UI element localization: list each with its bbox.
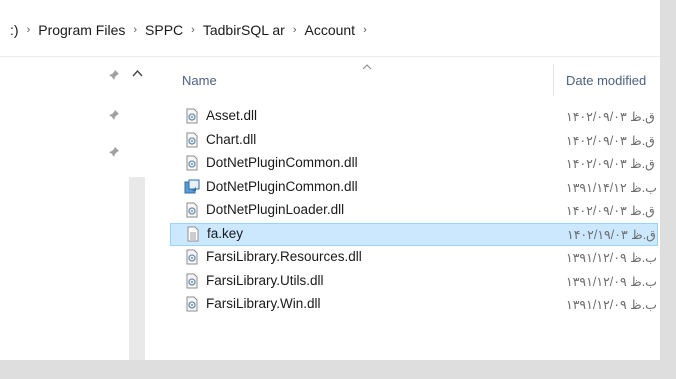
breadcrumb-separator-icon[interactable]: › [25, 24, 33, 36]
column-header-row: Name Date modified [146, 57, 660, 97]
file-row[interactable]: fa.key ق.ظ ۱۴۰۲/۱۹/۰۳ [170, 222, 658, 246]
pin-icon[interactable] [106, 109, 122, 125]
breadcrumb-separator-icon[interactable]: › [361, 24, 369, 36]
file-date-modified: ب.ظ ۱۳۹۱/۱۲/۰۹ [566, 298, 657, 312]
scroll-up-icon[interactable] [130, 67, 144, 81]
file-row[interactable]: Asset.dll ق.ظ ۱۴۰۲/۰۹/۰۳ [146, 105, 660, 128]
file-list: Name Date modified Asset.dll ق.ظ ۱۴۰۲/۰۹/… [146, 57, 660, 360]
breadcrumb-separator-icon[interactable]: › [291, 24, 299, 36]
breadcrumb: :) › Program Files › SPPC › TadbirSQL ar… [4, 22, 369, 38]
file-name: FarsiLibrary.Resources.dll [206, 249, 362, 264]
nav-scrollbar[interactable] [129, 177, 145, 360]
file-row[interactable]: DotNetPluginCommon.dll ق.ظ ۱۴۰۲/۰۹/۰۳ [146, 152, 660, 175]
file-date-modified: ق.ظ ۱۴۰۲/۰۹/۰۳ [566, 110, 655, 124]
dll-icon [184, 202, 200, 218]
address-bar[interactable]: :) › Program Files › SPPC › TadbirSQL ar… [0, 0, 660, 57]
file-rows: Asset.dll ق.ظ ۱۴۰۲/۰۹/۰۳ Chart.dll ق.ظ ۱۴۰۲… [146, 105, 660, 317]
file-name: fa.key [207, 225, 244, 241]
navigation-pane [0, 57, 145, 360]
file-name: FarsiLibrary.Utils.dll [206, 272, 324, 288]
dll-icon [184, 249, 200, 265]
column-header-name[interactable]: Name [182, 73, 217, 88]
dll-icon [184, 155, 200, 171]
setup-icon [184, 179, 200, 195]
file-date-modified: ق.ظ ۱۴۰۲/۱۹/۰۳ [567, 227, 656, 242]
sort-ascending-icon [362, 61, 372, 73]
breadcrumb-separator-icon[interactable]: › [131, 24, 139, 36]
file-date-modified: ب.ظ ۱۳۹۱/۱۲/۰۹ [566, 251, 657, 265]
column-header-date-modified[interactable]: Date modified [566, 73, 646, 88]
file-name: DotNetPluginLoader.dll [206, 202, 345, 217]
pin-icon[interactable] [106, 69, 122, 85]
file-date-modified: ب.ظ ۱۳۹۱/۱۲/۰۹ [566, 274, 657, 289]
file-name: Asset.dll [206, 108, 258, 123]
breadcrumb-tadbirsql-ar[interactable]: TadbirSQL ar [197, 22, 291, 38]
breadcrumb-drive[interactable]: :) [4, 22, 25, 38]
column-divider[interactable] [553, 65, 554, 95]
file-date-modified: ق.ظ ۱۴۰۲/۰۹/۰۳ [566, 204, 655, 218]
breadcrumb-sppc[interactable]: SPPC [139, 22, 189, 38]
file-date-modified: ق.ظ ۱۴۰۲/۰۹/۰۳ [566, 157, 655, 171]
dll-icon [184, 296, 200, 312]
breadcrumb-separator-icon[interactable]: › [189, 24, 197, 36]
file-row[interactable]: FarsiLibrary.Utils.dll ب.ظ ۱۳۹۱/۱۲/۰۹ [146, 270, 660, 293]
file-date-modified: ق.ظ ۱۴۰۲/۰۹/۰۳ [566, 133, 655, 148]
pin-icon[interactable] [106, 146, 122, 162]
file-name: Chart.dll [206, 131, 257, 147]
file-row[interactable]: DotNetPluginLoader.dll ق.ظ ۱۴۰۲/۰۹/۰۳ [146, 199, 660, 222]
file-name: DotNetPluginCommon.dll [206, 178, 358, 194]
file-row[interactable]: DotNetPluginCommon.dll ب.ظ ۱۳۹۱/۱۴/۱۲ [146, 176, 660, 199]
file-explorer-window: :) › Program Files › SPPC › TadbirSQL ar… [0, 0, 660, 360]
file-row[interactable]: FarsiLibrary.Resources.dll ب.ظ ۱۳۹۱/۱۲/۰۹ [146, 246, 660, 269]
dll-icon [184, 132, 200, 148]
breadcrumb-account[interactable]: Account [298, 22, 361, 38]
text-file-icon [185, 226, 201, 242]
file-name: FarsiLibrary.Win.dll [206, 296, 321, 311]
dll-icon [184, 108, 200, 124]
file-row[interactable]: FarsiLibrary.Win.dll ب.ظ ۱۳۹۱/۱۲/۰۹ [146, 293, 660, 316]
dll-icon [184, 273, 200, 289]
file-row[interactable]: Chart.dll ق.ظ ۱۴۰۲/۰۹/۰۳ [146, 129, 660, 152]
breadcrumb-program-files[interactable]: Program Files [32, 22, 131, 38]
file-name: DotNetPluginCommon.dll [206, 155, 358, 170]
file-date-modified: ب.ظ ۱۳۹۱/۱۴/۱۲ [566, 180, 657, 195]
